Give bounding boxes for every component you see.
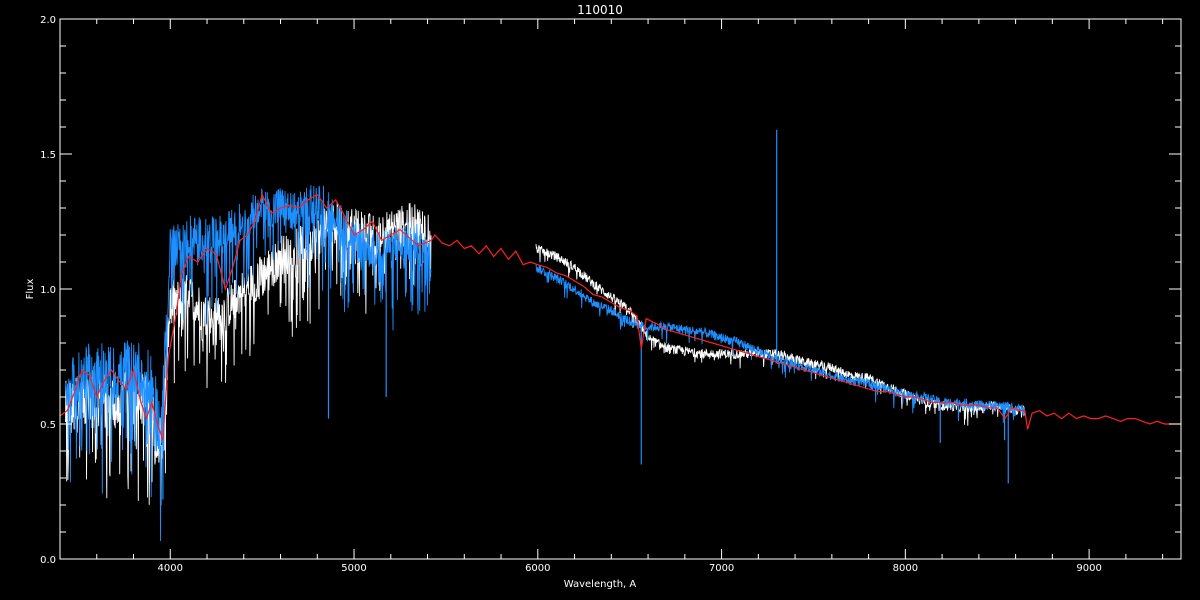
y-tick-label: 2.0 [40,15,56,26]
x-tick-label: 4000 [158,563,183,574]
y-axis-label: Flux [25,279,36,300]
chart-title: 110010 [577,3,623,17]
y-tick-label: 1.0 [40,285,56,296]
y-tick-label: 1.5 [40,150,56,161]
y-tick-label: 0.0 [40,555,56,566]
spectrum-plot: 110010 4000 5000 6000 7000 8000 9000 0.0 0.5 1.0… [0,0,1200,600]
x-tick-label: 7000 [709,563,734,574]
x-tick-label: 6000 [525,563,550,574]
x-tick-label: 9000 [1076,563,1101,574]
x-axis-label: Wavelength, A [564,579,637,590]
y-tick-label: 0.5 [40,420,56,431]
x-tick-label: 5000 [341,563,366,574]
x-tick-label: 8000 [893,563,918,574]
